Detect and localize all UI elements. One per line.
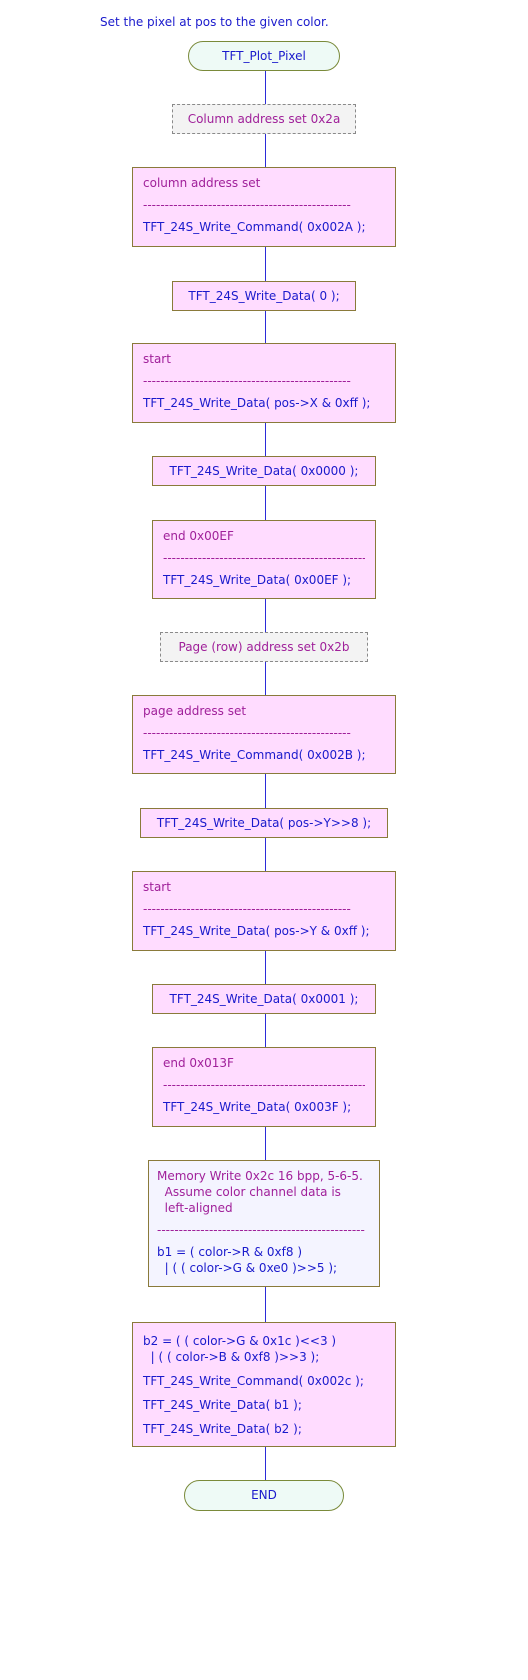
connector	[265, 773, 266, 808]
connector	[265, 661, 266, 695]
connector	[265, 70, 266, 106]
connector	[265, 1126, 266, 1160]
comment-text: Page (row) address set 0x2b	[178, 640, 350, 654]
step-write-data-0x0000[interactable]: TFT_24S_Write_Data( 0x0000 );	[152, 456, 376, 486]
step-note: page address set	[143, 704, 247, 718]
separator: ----------------------------------------…	[143, 726, 351, 740]
step-code-line: TFT_24S_Write_Data( b1 );	[143, 1398, 302, 1412]
step-write-data-0[interactable]: TFT_24S_Write_Data( 0 );	[172, 281, 356, 311]
step-code: TFT_24S_Write_Data( 0 );	[188, 289, 340, 303]
step-write-data-pos-y-high[interactable]: TFT_24S_Write_Data( pos->Y>>8 );	[140, 808, 388, 838]
step-code-line: b2 = ( ( color->G & 0x1c )<<3 ) | ( ( co…	[143, 1334, 337, 1364]
connector	[265, 246, 266, 281]
connector	[265, 134, 266, 167]
connector	[265, 422, 266, 456]
step-code: TFT_24S_Write_Data( pos->Y & 0xff );	[143, 924, 370, 938]
step-note: end 0x00EF	[163, 529, 234, 543]
connector	[265, 1012, 266, 1047]
connector	[265, 309, 266, 343]
separator: ----------------------------------------…	[143, 374, 351, 388]
start-terminal-label: TFT_Plot_Pixel	[222, 49, 306, 63]
comment-text: Column address set 0x2a	[187, 112, 341, 126]
step-code: TFT_24S_Write_Data( 0x0001 );	[169, 992, 359, 1006]
end-terminal-label: END	[251, 1488, 277, 1502]
step-compute-b2-and-write[interactable]: b2 = ( ( color->G & 0x1c )<<3 ) | ( ( co…	[132, 1322, 396, 1447]
start-terminal[interactable]: TFT_Plot_Pixel	[188, 41, 340, 71]
step-code: TFT_24S_Write_Data( pos->Y>>8 );	[156, 816, 372, 830]
connector	[265, 1286, 266, 1322]
step-note: start	[143, 352, 171, 366]
step-code: b1 = ( color->R & 0xf8 ) | ( ( color->G …	[157, 1245, 338, 1275]
step-code: TFT_24S_Write_Data( 0x00EF );	[163, 573, 352, 587]
step-note: column address set	[143, 176, 261, 190]
comment-page-address[interactable]: Page (row) address set 0x2b	[160, 632, 368, 662]
connector	[265, 485, 266, 520]
step-code-line: TFT_24S_Write_Data( b2 );	[143, 1422, 302, 1436]
separator: ----------------------------------------…	[143, 902, 351, 916]
step-code-line: TFT_24S_Write_Command( 0x002c );	[143, 1374, 364, 1388]
end-terminal[interactable]: END	[184, 1480, 344, 1511]
step-code: TFT_24S_Write_Command( 0x002B );	[143, 748, 366, 762]
step-code: TFT_24S_Write_Data( 0x0000 );	[169, 464, 359, 478]
step-code: TFT_24S_Write_Data( 0x003F );	[163, 1100, 352, 1114]
separator: ----------------------------------------…	[163, 1078, 365, 1092]
step-note: start	[143, 880, 171, 894]
step-page-end[interactable]: end 0x013F -----------------------------…	[152, 1047, 376, 1127]
step-column-start[interactable]: start ----------------------------------…	[132, 343, 396, 423]
connector	[265, 950, 266, 984]
step-page-start[interactable]: start ----------------------------------…	[132, 871, 396, 951]
step-column-end[interactable]: end 0x00EF -----------------------------…	[152, 520, 376, 599]
connector	[265, 1446, 266, 1480]
step-code: TFT_24S_Write_Data( pos->X & 0xff );	[143, 396, 371, 410]
separator: ----------------------------------------…	[157, 1223, 365, 1237]
step-write-data-0x0001[interactable]: TFT_24S_Write_Data( 0x0001 );	[152, 984, 376, 1014]
separator: ----------------------------------------…	[143, 198, 351, 212]
step-code: TFT_24S_Write_Command( 0x002A );	[143, 220, 366, 234]
comment-column-address[interactable]: Column address set 0x2a	[172, 104, 356, 134]
connector	[265, 837, 266, 871]
step-page-address-set[interactable]: page address set -----------------------…	[132, 695, 396, 774]
step-memory-write[interactable]: Memory Write 0x2c 16 bpp, 5-6-5. Assume …	[148, 1160, 380, 1287]
separator: ----------------------------------------…	[163, 551, 365, 565]
step-column-address-set[interactable]: column address set ---------------------…	[132, 167, 396, 247]
step-note: Memory Write 0x2c 16 bpp, 5-6-5. Assume …	[157, 1169, 363, 1215]
step-note: end 0x013F	[163, 1056, 234, 1070]
diagram-caption: Set the pixel at pos to the given color.	[100, 15, 329, 29]
connector	[265, 598, 266, 632]
